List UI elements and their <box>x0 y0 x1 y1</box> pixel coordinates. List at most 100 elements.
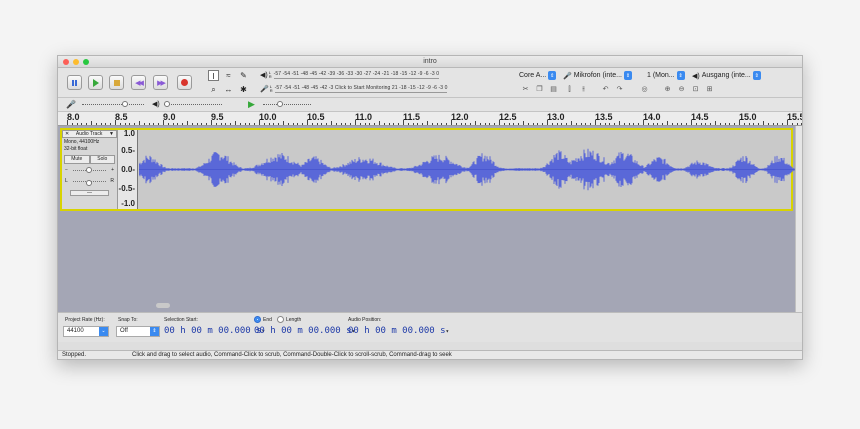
zoom-out-icon[interactable]: ⊖ <box>675 84 688 96</box>
playback-meter[interactable]: ◀) LR -57 -54 -51 -48 -45 -42 -39 -36 -3… <box>260 70 440 79</box>
copy-icon[interactable]: ❐ <box>533 84 546 96</box>
ruler-tick <box>743 123 745 125</box>
ruler-tick <box>671 123 673 125</box>
horizontal-scrollbar[interactable] <box>156 303 170 308</box>
slider-knob[interactable] <box>164 101 170 107</box>
length-radio[interactable]: Length <box>277 316 301 323</box>
silence-icon[interactable]: ⫲ <box>577 84 590 96</box>
fit-selection-icon[interactable]: ⊡ <box>689 84 702 96</box>
audio-position-time[interactable]: 00 h 00 m 00.000 s▾ <box>348 326 449 337</box>
close-window-button[interactable] <box>63 59 69 65</box>
ruler-tick <box>67 120 68 125</box>
ruler-tick <box>700 123 702 125</box>
ruler-tick <box>110 123 112 125</box>
ruler-tick <box>614 123 616 125</box>
cut-icon[interactable]: ✂ <box>519 84 532 96</box>
undo-icon[interactable]: ↶ <box>599 84 612 96</box>
ruler-tick <box>206 123 208 125</box>
ruler-tick <box>100 123 102 125</box>
end-radio[interactable]: End <box>254 316 272 323</box>
minimize-window-button[interactable] <box>73 59 79 65</box>
sync-lock-icon[interactable]: ◎ <box>638 84 651 96</box>
mute-button[interactable]: Mute <box>64 155 90 164</box>
ruler-tick <box>163 120 164 125</box>
pan-left-label: L <box>65 178 68 184</box>
ruler-tick <box>494 123 496 125</box>
length-label: Length <box>286 316 302 323</box>
selection-tool-icon[interactable]: I <box>208 70 219 81</box>
slider-knob[interactable] <box>122 101 128 107</box>
envelope-tool-icon[interactable]: ≈ <box>223 70 234 81</box>
play-button[interactable] <box>88 75 103 90</box>
ruler-tick <box>134 123 136 125</box>
zoom-tool-icon[interactable]: ⌕ <box>208 84 219 95</box>
play-at-speed-slider[interactable] <box>263 101 311 107</box>
ruler-tick <box>278 123 280 125</box>
ruler-tick <box>801 123 802 125</box>
ruler-tick <box>734 123 736 125</box>
ruler-tick <box>705 123 707 125</box>
input-device-value: Mikrofon (inte... <box>573 72 622 79</box>
selection-end-value: 00 h 00 m 00.000 s <box>254 326 352 336</box>
project-rate-select[interactable]: 44100 ⌄ <box>63 326 109 337</box>
gain-slider[interactable]: − + <box>65 165 114 176</box>
status-hint: Click and drag to select audio, Command-… <box>132 352 452 358</box>
skip-to-end-button[interactable]: ▶▶ <box>153 75 168 90</box>
fit-project-icon[interactable]: ⊞ <box>703 84 716 96</box>
snap-to-select[interactable]: Off ⇕ <box>116 326 160 337</box>
selection-start-time[interactable]: 00 h 00 m 00.000 s▾ <box>164 326 265 337</box>
stop-button[interactable] <box>109 75 124 90</box>
microphone-icon: 🎤 <box>563 72 572 80</box>
ruler-tick <box>292 123 294 125</box>
chevron-down-icon: ⌄ <box>99 327 108 336</box>
input-device-select[interactable]: 🎤 Mikrofon (inte... ⇕ <box>563 70 632 81</box>
track-name-menu[interactable]: ✕ Audio Track ▼ <box>62 130 117 138</box>
timeline-ruler[interactable]: 8.0 8.5 9.0 9.5 10.0 10.5 11.0 11.5 12.0 12.5 13.0… <box>58 112 802 126</box>
ruler-label: 12.5 <box>499 112 517 122</box>
close-icon[interactable]: ✕ <box>65 131 69 137</box>
record-meter[interactable]: 🎤 LR -57 -54 -51 -48 -45 -42 -3 Click to… <box>260 84 448 93</box>
skip-to-start-button[interactable]: ◀◀ <box>131 75 146 90</box>
play-at-speed-icon[interactable]: ▶ <box>248 99 255 110</box>
ruler-tick <box>350 123 352 125</box>
audio-position-label: Audio Position: <box>348 317 382 323</box>
time-shift-tool-icon[interactable]: ↔ <box>223 84 234 95</box>
pause-button[interactable] <box>67 75 82 90</box>
trim-icon[interactable]: ⫿ <box>563 84 576 96</box>
redo-icon[interactable]: ↷ <box>613 84 626 96</box>
ruler-tick <box>551 123 553 125</box>
waveform[interactable] <box>139 130 795 209</box>
record-button[interactable] <box>177 75 192 90</box>
slider-knob[interactable] <box>86 167 92 173</box>
slider-knob[interactable] <box>86 180 92 186</box>
audio-track[interactable]: ✕ Audio Track ▼ Mono, 44100Hz 32-bit flo… <box>60 128 795 211</box>
selection-end-time[interactable]: 00 h 00 m 00.000 s▾ <box>254 326 355 337</box>
output-device-select[interactable]: ◀) Ausgang (inte... ⇕ <box>692 70 761 81</box>
audio-position-value: 00 h 00 m 00.000 s <box>348 326 446 336</box>
ruler-tick <box>796 123 798 125</box>
ruler-tick <box>177 123 179 125</box>
vertical-scrollbar[interactable] <box>795 126 802 312</box>
pan-slider[interactable]: L R <box>65 176 114 187</box>
maximize-window-button[interactable] <box>83 59 89 65</box>
speaker-icon: ◀) <box>260 71 268 79</box>
ruler-tick <box>148 123 150 125</box>
multi-tool-icon[interactable]: ✱ <box>238 84 249 95</box>
track-area[interactable]: ✕ Audio Track ▼ Mono, 44100Hz 32-bit flo… <box>58 126 802 312</box>
channels-select[interactable]: 1 (Mon... ⇕ <box>647 70 685 81</box>
zoom-in-icon[interactable]: ⊕ <box>661 84 674 96</box>
track-control-panel: ✕ Audio Track ▼ Mono, 44100Hz 32-bit flo… <box>62 130 118 209</box>
ruler-tick <box>388 123 390 125</box>
slider-knob[interactable] <box>277 101 283 107</box>
audio-host-select[interactable]: Core A... ⇕ <box>519 70 557 81</box>
solo-button[interactable]: Solo <box>89 155 115 164</box>
playback-volume-slider[interactable] <box>164 101 222 107</box>
ruler-tick <box>657 123 659 125</box>
ruler-tick <box>604 123 606 125</box>
collapse-track-button[interactable]: — <box>70 190 109 196</box>
ruler-tick <box>254 123 256 125</box>
draw-tool-icon[interactable]: ✎ <box>238 70 249 81</box>
ruler-tick <box>403 120 404 125</box>
recording-volume-slider[interactable] <box>82 101 144 107</box>
paste-icon[interactable]: ▤ <box>547 84 560 96</box>
